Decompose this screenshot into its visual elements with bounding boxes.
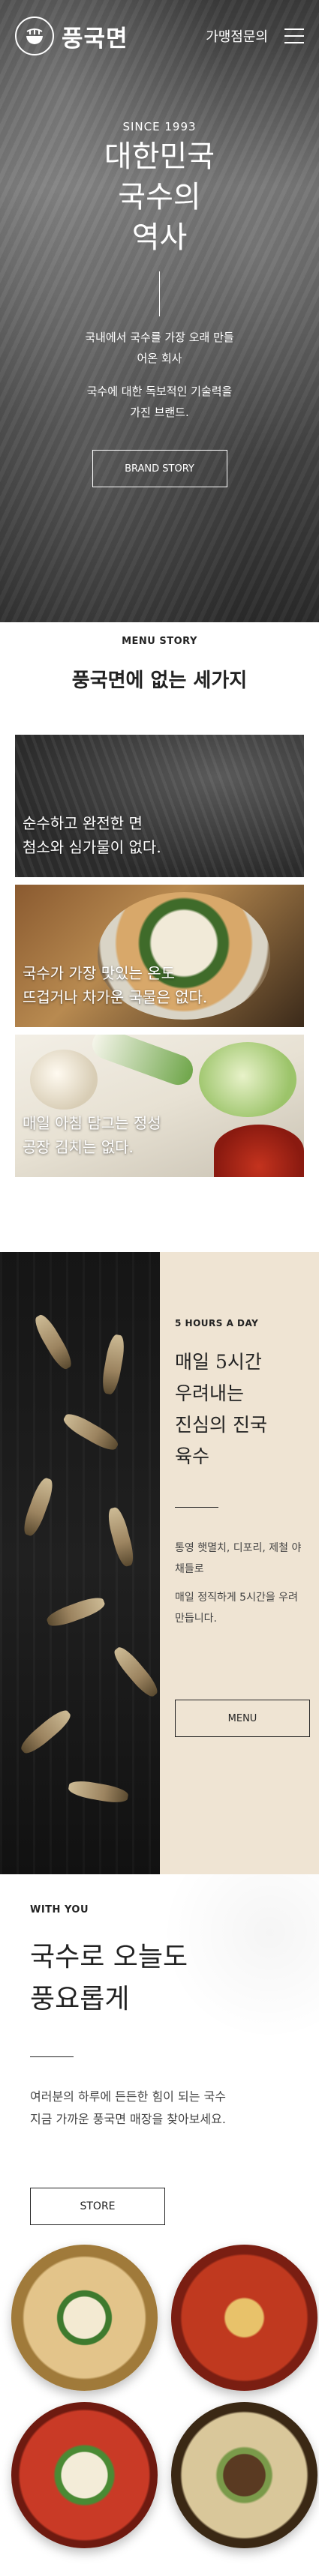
section-eyebrow: 5 HOURS A DAY xyxy=(175,1318,259,1328)
franchise-inquiry-link[interactable]: 가맹점문의 xyxy=(206,26,268,46)
beef-noodle-bowl-image xyxy=(171,2402,317,2548)
caption-line: 뜨겁거나 차가운 국물은 없다. xyxy=(23,988,208,1006)
hero-title: 대한민국 국수의 역사 xyxy=(0,136,319,258)
story-card-list: 순수하고 완전한 면 첨소와 심가물이 없다. 국수가 가장 맛있는 온도 뜨겁… xyxy=(0,735,319,1177)
noodle-bowl-gallery xyxy=(0,2245,319,2576)
description: 매일 정직하게 5시간을 우려 만듭니다. xyxy=(175,1592,298,1625)
hero-since: SINCE 1993 xyxy=(122,120,197,133)
caption-line: 공장 김치는 없다. xyxy=(23,1138,134,1156)
title-line: 우려내는 xyxy=(175,1382,245,1404)
description: 통영 햇멸치, 디포리, 제철 야채들로 xyxy=(175,1542,302,1575)
garlic-image xyxy=(30,1050,98,1110)
hero-description: 국내에서 국수를 가장 오래 만들어온 회사 xyxy=(85,331,234,365)
section-eyebrow: MENU STORY xyxy=(122,636,197,647)
story-card-temperature: 국수가 가장 맛있는 온도 뜨겁거나 차가운 국물은 없다. xyxy=(15,885,304,1027)
caption-line: 순수하고 완전한 면 xyxy=(23,814,143,832)
story-card-kimchi: 매일 아침 담그는 정성 공장 김치는 없다. xyxy=(15,1035,304,1177)
hero-divider xyxy=(159,271,160,316)
story-card-caption: 순수하고 완전한 면 첨소와 심가물이 없다. xyxy=(23,811,161,859)
green-onion-image xyxy=(88,1035,197,1089)
background-pattern xyxy=(154,1874,319,2069)
red-noodle-bowl-image xyxy=(11,2402,158,2548)
divider xyxy=(175,1507,218,1508)
kimchi-image xyxy=(214,1125,304,1177)
spicy-noodle-bowl-image xyxy=(171,2245,317,2391)
section-title: 매일 5시간 우려내는 진심의 진국 육수 xyxy=(175,1346,310,1472)
title-line: 진심의 진국 xyxy=(175,1414,267,1436)
story-card-caption: 매일 아침 담그는 정성 공장 김치는 없다. xyxy=(23,1111,161,1159)
hero-description: 국수에 대한 독보적인 기술력을 가진 브랜드. xyxy=(86,385,233,419)
menu-story-section: MENU STORY 풍국면에 없는 세가지 순수하고 완전한 면 첨소와 심가… xyxy=(0,622,319,1177)
hero-section: SINCE 1993 대한민국 국수의 역사 국내에서 국수를 가장 오래 만들… xyxy=(0,0,319,622)
caption-line: 매일 아침 담그는 정성 xyxy=(23,1114,161,1132)
five-hours-section: 5 HOURS A DAY 매일 5시간 우려내는 진심의 진국 육수 통영 햇… xyxy=(0,1252,319,1874)
cabbage-image xyxy=(199,1042,296,1117)
hero-title-line: 역사 xyxy=(131,220,188,255)
site-header: 풍국면 가맹점문의 xyxy=(0,0,319,72)
hero-title-line: 국수의 xyxy=(118,180,201,214)
description: 지금 가까운 풍국면 매장을 찾아보세요. xyxy=(30,2112,226,2126)
description: 여러분의 하루에 든든한 힘이 되는 국수 xyxy=(30,2089,226,2104)
logo-bowl-icon xyxy=(15,16,54,55)
menu-button[interactable]: MENU xyxy=(175,1700,310,1737)
caption-line: 국수가 가장 맛있는 온도 xyxy=(23,964,176,982)
anchovy-image xyxy=(0,1252,160,1874)
story-card-caption: 국수가 가장 맛있는 온도 뜨겁거나 차가운 국물은 없다. xyxy=(23,961,207,1009)
title-line: 육수 xyxy=(175,1445,210,1467)
hero-content: SINCE 1993 대한민국 국수의 역사 국내에서 국수를 가장 오래 만들… xyxy=(0,120,319,487)
brand-story-button[interactable]: BRAND STORY xyxy=(92,450,227,487)
caption-line: 첨소와 심가물이 없다. xyxy=(23,838,161,856)
with-you-section: WITH YOU 국수로 오늘도 풍요롭게 여러분의 하루에 든든한 힘이 되는… xyxy=(0,1874,319,2576)
five-hours-text-panel: 5 HOURS A DAY 매일 5시간 우려내는 진심의 진국 육수 통영 햇… xyxy=(160,1252,319,1874)
title-line: 매일 5시간 xyxy=(175,1351,262,1373)
store-button[interactable]: STORE xyxy=(30,2188,165,2225)
divider xyxy=(30,2056,74,2057)
hero-title-line: 대한민국 xyxy=(104,139,215,174)
bibim-noodle-bowl-image xyxy=(11,2245,158,2391)
story-card-noodle: 순수하고 완전한 면 첨소와 심가물이 없다. xyxy=(15,735,304,877)
logo-text: 풍국면 xyxy=(62,25,128,52)
hamburger-menu-icon[interactable] xyxy=(284,28,304,43)
section-title: 풍국면에 없는 세가지 xyxy=(71,669,248,692)
logo[interactable]: 풍국면 xyxy=(15,16,128,55)
